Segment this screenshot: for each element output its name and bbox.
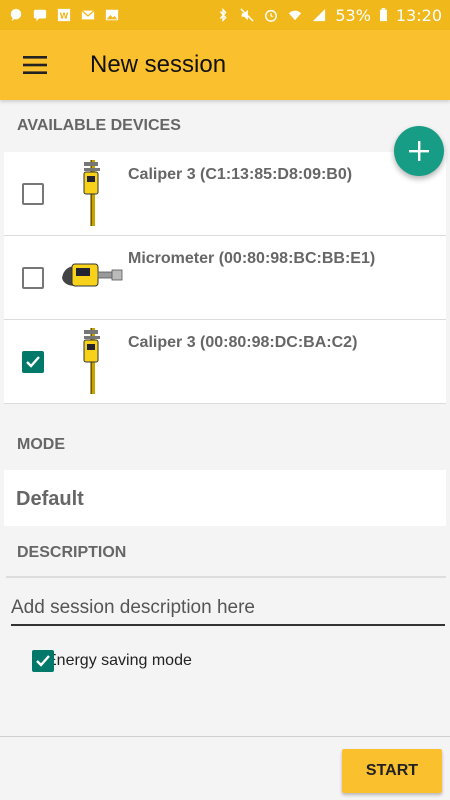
energy-saving-toggle[interactable]: Energy saving mode (14, 650, 192, 672)
status-bar-notifications: W (8, 8, 120, 22)
description-header: DESCRIPTION (17, 544, 127, 561)
mode-selector[interactable]: Default (4, 470, 446, 526)
check-icon (36, 655, 50, 667)
hamburger-menu-icon (23, 56, 47, 74)
start-button[interactable]: START (342, 749, 442, 793)
device-name: Micrometer (00:80:98:BC:BB:E1) (128, 250, 376, 267)
device-row[interactable]: Caliper 3 (C1:13:85:D8:09:B0) (4, 152, 446, 236)
mode-value: Default (16, 488, 84, 510)
device-checkbox[interactable] (22, 267, 44, 289)
description-input[interactable] (11, 592, 445, 626)
battery-percent: 53% (335, 5, 371, 25)
mute-icon (240, 8, 254, 22)
device-name: Caliper 3 (C1:13:85:D8:09:B0) (128, 166, 353, 183)
app-bar: New session (0, 30, 450, 100)
mail-icon (81, 10, 95, 20)
device-checkbox-checked[interactable] (22, 351, 44, 373)
wifi-icon (289, 10, 302, 21)
svg-text:W: W (60, 12, 69, 21)
device-row[interactable]: Micrometer (00:80:98:BC:BB:E1) (4, 236, 446, 320)
battery-icon (379, 8, 387, 22)
message-icon (33, 9, 47, 22)
available-devices-header: AVAILABLE DEVICES (17, 117, 181, 134)
chat-bubble-icon (10, 8, 22, 22)
device-checkbox[interactable] (22, 183, 44, 205)
signal-icon (313, 8, 326, 22)
energy-saving-label: Energy saving mode (46, 652, 192, 669)
clock: 13:20 (395, 5, 442, 25)
alarm-icon (265, 9, 278, 22)
caliper-icon (83, 328, 100, 394)
caliper-icon (83, 160, 100, 226)
wolt-app-icon: W (57, 8, 71, 22)
status-bar-system: 53% 13:20 (215, 6, 442, 25)
bottom-bar: START (0, 736, 450, 800)
device-name: Caliper 3 (00:80:98:DC:BA:C2) (128, 334, 358, 351)
micrometer-icon (62, 263, 123, 287)
energy-saving-checkbox[interactable] (32, 650, 54, 672)
divider (6, 576, 446, 578)
check-icon (26, 356, 40, 368)
device-list: Caliper 3 (C1:13:85:D8:09:B0) Micrometer… (4, 152, 446, 404)
device-row[interactable]: Caliper 3 (00:80:98:DC:BA:C2) (4, 320, 446, 404)
status-bar: W 53% 13:20 (0, 0, 450, 30)
page-title: New session (90, 51, 227, 78)
bluetooth-icon (220, 8, 227, 22)
add-device-button[interactable] (394, 126, 444, 176)
plus-icon (409, 141, 429, 161)
menu-button[interactable] (0, 30, 70, 100)
image-icon (105, 9, 119, 21)
mode-header: MODE (17, 436, 65, 453)
